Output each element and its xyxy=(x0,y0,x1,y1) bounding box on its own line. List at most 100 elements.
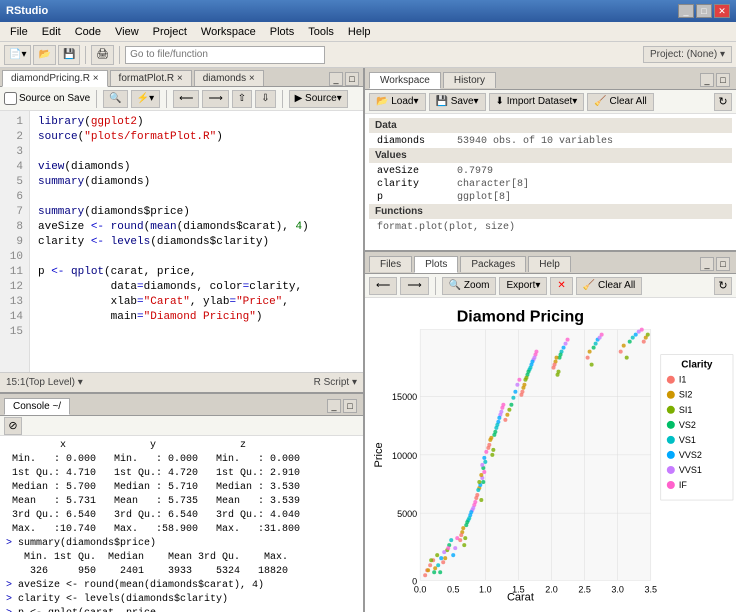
tab-diamonds[interactable]: diamonds × xyxy=(194,70,264,86)
import-dataset-btn[interactable]: ⬇ Import Dataset▾ xyxy=(489,93,585,111)
tab-history[interactable]: History xyxy=(443,72,496,88)
editor-tab-bar: diamondPricing.R × formatPlot.R × diamon… xyxy=(0,68,363,87)
clear-all-btn[interactable]: 🧹 Clear All xyxy=(587,93,653,111)
minimize-editor-btn[interactable]: _ xyxy=(329,72,343,86)
ws-p-row: p ggplot[8] xyxy=(369,191,732,204)
undo-btn[interactable]: ⟵ xyxy=(173,90,199,108)
tab-files[interactable]: Files xyxy=(369,256,412,272)
console-tab[interactable]: Console ~/ xyxy=(4,398,70,415)
line-numbers: 123456789101112131415 xyxy=(0,111,30,372)
console-content[interactable]: x y z Min. : 0.000 Min. : 0.000 Min. : 0… xyxy=(0,436,363,612)
legend-title: Clarity xyxy=(681,360,713,371)
menu-code[interactable]: Code xyxy=(69,24,107,40)
remove-plot-btn[interactable]: ✕ xyxy=(550,277,572,295)
run-lines-btn[interactable]: ⚡▾ xyxy=(131,90,160,108)
ws-item-value: character[8] xyxy=(457,179,529,190)
toolbar-sep2 xyxy=(119,46,120,64)
next-section-btn[interactable]: ⇩ xyxy=(255,90,275,108)
console-toolbar: ⊘ xyxy=(0,416,363,436)
minimize-files-btn[interactable]: _ xyxy=(700,257,714,271)
source-btn[interactable]: ▶ Source▾ xyxy=(289,90,348,108)
maximize-editor-btn[interactable]: □ xyxy=(345,72,359,86)
console-line: x y z xyxy=(6,439,357,453)
global-toolbar: 📄▾ 📂 💾 🖨 Project: (None) ▾ xyxy=(0,42,736,68)
console-line: > aveSize <- round(mean(diamonds$carat),… xyxy=(6,579,357,593)
save-btn[interactable]: 💾 Save▾ xyxy=(429,93,486,111)
ws-avesize-row: aveSize 0.7979 xyxy=(369,165,732,178)
print-button[interactable]: 🖨 xyxy=(91,45,114,65)
load-btn[interactable]: 📂 Load▾ xyxy=(369,93,426,111)
svg-text:2.5: 2.5 xyxy=(578,584,591,594)
file-type[interactable]: R Script ▾ xyxy=(314,377,357,388)
save-file-button[interactable]: 💾 xyxy=(58,45,80,65)
minimize-button[interactable]: _ xyxy=(678,4,694,18)
menu-workspace[interactable]: Workspace xyxy=(195,24,262,40)
y-axis-label: Price xyxy=(373,443,385,468)
export-btn[interactable]: Export▾ xyxy=(499,277,547,295)
files-controls: _ □ xyxy=(700,257,732,271)
svg-text:I1: I1 xyxy=(679,375,687,385)
console-line: Max. :10.740 Max. :58.900 Max. :31.800 xyxy=(6,523,357,537)
svg-text:IF: IF xyxy=(679,480,688,490)
console-clear-btn[interactable]: ⊘ xyxy=(4,417,22,435)
svg-text:3.0: 3.0 xyxy=(611,584,624,594)
prev-plot-btn[interactable]: ⟵ xyxy=(369,277,397,295)
plots-refresh-btn[interactable]: ↻ xyxy=(714,277,732,295)
source-on-save-checkbox[interactable] xyxy=(4,92,17,105)
tab-diamond-pricing[interactable]: diamondPricing.R × xyxy=(2,70,108,87)
window-controls: _ □ ✕ xyxy=(678,4,730,18)
ws-diamonds-row: diamonds 53940 obs. of 10 variables xyxy=(369,135,732,148)
menu-help[interactable]: Help xyxy=(342,24,377,40)
tab-label: diamondPricing.R × xyxy=(11,73,99,84)
left-panel: diamondPricing.R × formatPlot.R × diamon… xyxy=(0,68,365,612)
maximize-button[interactable]: □ xyxy=(696,4,712,18)
sep xyxy=(96,90,97,108)
menu-project[interactable]: Project xyxy=(147,24,193,40)
menu-view[interactable]: View xyxy=(109,24,145,40)
close-button[interactable]: ✕ xyxy=(714,4,730,18)
minimize-console-btn[interactable]: _ xyxy=(327,399,341,413)
files-toolbar: ⟵ ⟶ 🔍 Zoom Export▾ ✕ 🧹 Clear All ↻ xyxy=(365,274,736,298)
svg-text:SI1: SI1 xyxy=(679,405,693,415)
project-label[interactable]: Project: (None) ▾ xyxy=(643,46,732,63)
tab-format-plot[interactable]: formatPlot.R × xyxy=(110,70,192,86)
maximize-files-btn[interactable]: □ xyxy=(716,257,730,271)
values-section-header: Values xyxy=(369,148,732,163)
new-file-button[interactable]: 📄▾ xyxy=(4,45,31,65)
tab-packages[interactable]: Packages xyxy=(460,256,526,272)
clear-plots-btn[interactable]: 🧹 Clear All xyxy=(576,277,642,295)
tab-plots[interactable]: Plots xyxy=(414,256,458,273)
ws-item-value: format.plot(plot, size) xyxy=(377,222,515,233)
search-code-btn[interactable]: 🔍 xyxy=(103,90,127,108)
console-controls: _ □ xyxy=(327,399,359,413)
goto-input[interactable] xyxy=(125,46,325,64)
workspace-panel: Workspace History _ □ 📂 Load▾ 💾 Save▾ ⬇ … xyxy=(365,68,736,252)
redo-btn[interactable]: ⟶ xyxy=(202,90,228,108)
next-plot-btn[interactable]: ⟶ xyxy=(400,277,428,295)
workspace-refresh-btn[interactable]: ↻ xyxy=(714,93,732,111)
minimize-workspace-btn[interactable]: _ xyxy=(700,73,714,87)
svg-text:VVS2: VVS2 xyxy=(679,450,702,460)
menu-edit[interactable]: Edit xyxy=(36,24,67,40)
tab-workspace[interactable]: Workspace xyxy=(369,72,441,89)
maximize-console-btn[interactable]: □ xyxy=(343,399,357,413)
editor-statusbar: 15:1 (Top Level) ▾ R Script ▾ xyxy=(0,372,363,392)
scope-level[interactable]: (Top Level) ▾ xyxy=(25,377,82,388)
svg-text:5000: 5000 xyxy=(397,509,417,519)
tab-label: formatPlot.R × xyxy=(119,73,183,84)
menu-file[interactable]: File xyxy=(4,24,34,40)
menu-plots[interactable]: Plots xyxy=(264,24,300,40)
maximize-workspace-btn[interactable]: □ xyxy=(716,73,730,87)
code-editor[interactable]: 123456789101112131415 library(ggplot2) s… xyxy=(0,111,363,372)
zoom-btn[interactable]: 🔍 Zoom xyxy=(442,277,497,295)
code-content[interactable]: library(ggplot2) source("plots/formatPlo… xyxy=(30,111,363,372)
prev-section-btn[interactable]: ⇧ xyxy=(232,90,252,108)
open-file-button[interactable]: 📂 xyxy=(33,45,55,65)
plot-svg: Diamond Pricing Price xyxy=(365,298,736,612)
tab-help[interactable]: Help xyxy=(528,256,571,272)
console-line: 326 950 2401 3933 5324 18820 xyxy=(6,565,357,579)
console-line: > summary(diamonds$price) xyxy=(6,537,357,551)
ws-item-value: 0.7979 xyxy=(457,166,493,177)
files-panel: Files Plots Packages Help _ □ ⟵ ⟶ 🔍 Zoom… xyxy=(365,252,736,612)
menu-tools[interactable]: Tools xyxy=(302,24,340,40)
